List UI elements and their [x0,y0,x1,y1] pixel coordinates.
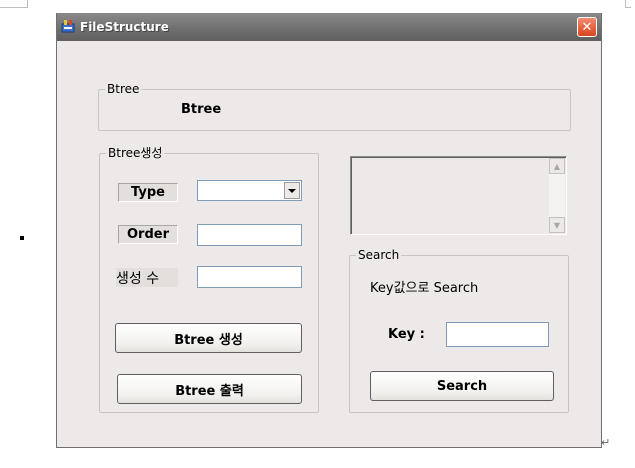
type-label: Type [118,183,178,202]
order-input[interactable] [197,224,302,246]
title-bar[interactable]: FileStructure ✕ [57,13,601,41]
desktop-background: ↵ FileStructure ✕ Btree Btree Btree생성 Ty… [0,0,635,468]
btree-display-text: Btree [181,102,222,117]
text-cursor-icon: ↵ [601,436,611,449]
client-area: Btree Btree Btree생성 Type Order 생성 수 Btre… [57,41,601,447]
key-input[interactable] [446,322,549,347]
close-icon: ✕ [581,19,593,35]
btree-create-button[interactable]: Btree 생성 [115,323,302,353]
corner-mark-top-left [0,0,28,8]
output-scrollbar[interactable]: ▲ ▼ [549,158,565,233]
order-label: Order [118,225,178,244]
btree-print-button[interactable]: Btree 출력 [117,374,302,404]
btree-display-group: Btree Btree [98,82,571,131]
count-label: 생성 수 [116,268,178,287]
scroll-down-icon[interactable]: ▼ [549,217,565,233]
scroll-up-icon[interactable]: ▲ [549,158,565,174]
count-input[interactable] [197,266,302,288]
window-title: FileStructure [80,20,169,34]
search-button[interactable]: Search [370,371,554,401]
bullet-mark [20,236,24,240]
btree-create-legend: Btree생성 [106,146,165,160]
type-dropdown-button[interactable] [284,182,300,199]
search-group: Search Key값으로 Search Key : Search [349,248,569,413]
close-button[interactable]: ✕ [577,17,597,37]
key-label: Key : [388,327,425,342]
btree-create-group: Btree생성 Type Order 생성 수 Btree 생성 Btree 출… [99,146,319,413]
output-listbox[interactable]: ▲ ▼ [350,156,567,235]
app-icon [61,20,75,33]
search-legend: Search [356,248,402,262]
chevron-down-icon [288,188,296,193]
search-description: Key값으로 Search [370,281,479,296]
filestructure-window: FileStructure ✕ Btree Btree Btree생성 Type [56,13,602,448]
corner-mark-top-right [625,0,631,8]
type-combobox[interactable] [197,180,302,201]
btree-display-legend: Btree [105,82,142,96]
